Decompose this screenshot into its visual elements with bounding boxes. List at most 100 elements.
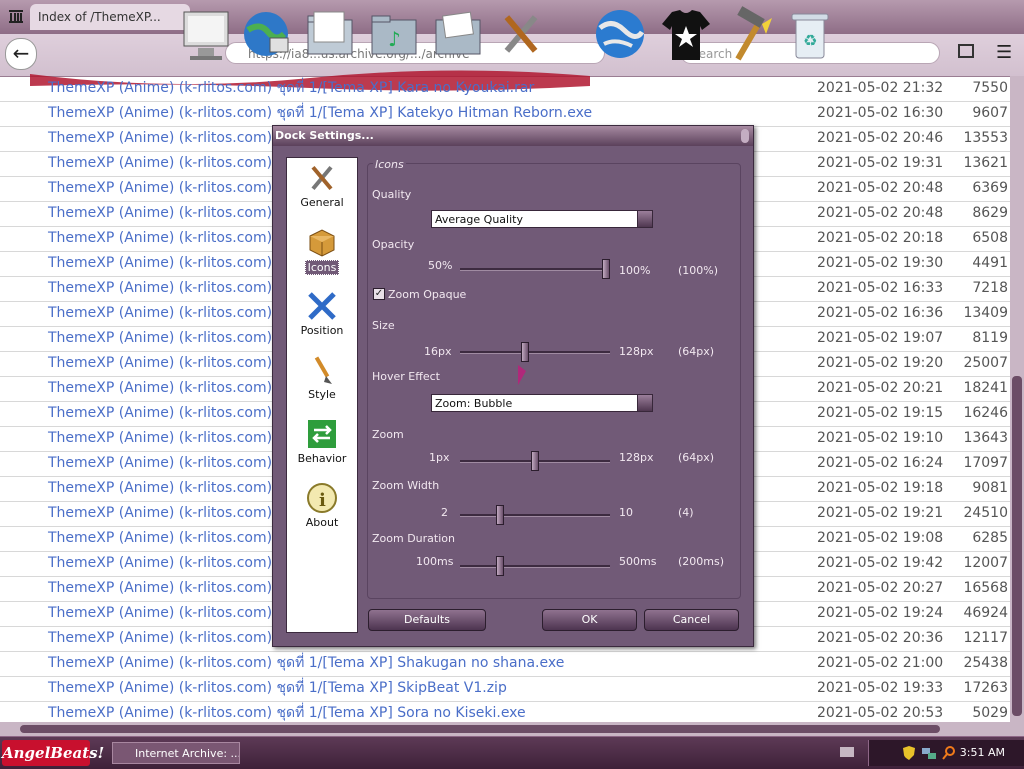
zoom-width-track[interactable] xyxy=(460,514,610,517)
file-size: 17263 xyxy=(963,680,1008,696)
file-link[interactable]: ThemeXP (Anime) (k-rlitos.com) ชุด xyxy=(48,576,295,600)
globe-network-icon[interactable] xyxy=(238,4,294,66)
file-link[interactable]: ThemeXP (Anime) (k-rlitos.com) ชุด xyxy=(48,251,295,275)
cancel-button[interactable]: Cancel xyxy=(644,609,739,631)
file-link[interactable]: ThemeXP (Anime) (k-rlitos.com) ชุด xyxy=(48,501,295,525)
nav-item-about[interactable]: i About xyxy=(287,482,357,542)
size-label: Size xyxy=(372,319,395,332)
file-link[interactable]: ThemeXP (Anime) (k-rlitos.com) ชุดที่ 1/… xyxy=(48,676,507,700)
nav-item-behavior[interactable]: Behavior xyxy=(287,418,357,478)
zoom-opaque-checkbox[interactable]: ✓ xyxy=(373,288,385,300)
nav-label: Behavior xyxy=(297,452,347,465)
file-link[interactable]: ThemeXP (Anime) (k-rlitos.com) ชุด xyxy=(48,201,295,225)
scrollbar-thumb[interactable] xyxy=(20,725,940,733)
file-date: 2021-05-02 19:15 xyxy=(817,405,944,421)
ok-button[interactable]: OK xyxy=(542,609,637,631)
file-link[interactable]: ThemeXP (Anime) (k-rlitos.com) ชุด xyxy=(48,376,295,400)
opacity-value: (100%) xyxy=(678,264,719,277)
nav-item-icons[interactable]: Icons xyxy=(287,226,357,286)
file-link[interactable]: ThemeXP (Anime) (k-rlitos.com) ชุดที่ 1/… xyxy=(48,76,534,100)
dialog-title[interactable]: Dock Settings... xyxy=(273,126,753,146)
file-size: 16568 xyxy=(963,580,1008,596)
tshirt-icon[interactable] xyxy=(658,4,714,66)
file-link[interactable]: ThemeXP (Anime) (k-rlitos.com) ชุดที่ 1/… xyxy=(48,101,592,125)
file-link[interactable]: ThemeXP (Anime) (k-rlitos.com) ชุด xyxy=(48,301,295,325)
file-size: 9607 xyxy=(972,105,1008,121)
close-icon[interactable] xyxy=(741,129,749,143)
file-link[interactable]: ThemeXP (Anime) (k-rlitos.com) ชุด xyxy=(48,176,295,200)
zoom-duration-min: 100ms xyxy=(416,555,454,568)
browser-tab[interactable]: Index of /ThemeXP... xyxy=(30,4,190,30)
file-date: 2021-05-02 19:07 xyxy=(817,330,944,346)
quality-label: Quality xyxy=(372,188,412,201)
nav-item-position[interactable]: Position xyxy=(287,290,357,350)
start-button[interactable]: AngelBeats! xyxy=(2,740,104,766)
nav-label: General xyxy=(300,196,344,209)
sidebar-icon[interactable] xyxy=(958,44,974,58)
quality-select[interactable]: Average Quality xyxy=(431,210,653,228)
file-size: 6508 xyxy=(972,230,1008,246)
size-track[interactable] xyxy=(460,351,610,354)
vertical-scrollbar[interactable] xyxy=(1010,76,1024,722)
folder-pictures-icon[interactable] xyxy=(430,4,486,66)
menu-icon[interactable]: ☰ xyxy=(996,42,1012,63)
zoom-width-slider-thumb[interactable] xyxy=(495,505,504,525)
zoom-width-max: 10 xyxy=(619,506,633,519)
zoom-duration-value: (200ms) xyxy=(678,555,725,568)
file-link[interactable]: ThemeXP (Anime) (k-rlitos.com) ชุด xyxy=(48,151,295,175)
file-link[interactable]: ThemeXP (Anime) (k-rlitos.com) ชุด xyxy=(48,426,295,450)
zoom-width-label: Zoom Width xyxy=(372,479,440,492)
dock-settings-dialog: Dock Settings... General Icons Position … xyxy=(272,125,754,647)
file-link[interactable]: ThemeXP (Anime) (k-rlitos.com) ชุด xyxy=(48,626,295,650)
file-size: 13621 xyxy=(963,155,1008,171)
file-link[interactable]: ThemeXP (Anime) (k-rlitos.com) ชุด xyxy=(48,126,295,150)
file-size: 25007 xyxy=(963,355,1008,371)
nav-item-general[interactable]: General xyxy=(287,162,357,222)
zoom-duration-track[interactable] xyxy=(460,565,610,568)
opacity-track[interactable] xyxy=(460,268,610,271)
hover-effect-select[interactable]: Zoom: Bubble xyxy=(431,394,653,412)
nav-item-style[interactable]: Style xyxy=(287,354,357,414)
zoom-label: Zoom xyxy=(372,428,404,441)
folder-music-icon[interactable]: ♪ xyxy=(366,4,422,66)
svg-text:i: i xyxy=(319,490,326,511)
recycle-bin-icon[interactable]: ♻ xyxy=(782,4,838,66)
chevron-down-icon[interactable] xyxy=(637,394,653,412)
file-link[interactable]: ThemeXP (Anime) (k-rlitos.com) ชุด xyxy=(48,326,295,350)
file-link[interactable]: ThemeXP (Anime) (k-rlitos.com) ชุด xyxy=(48,451,295,475)
file-link[interactable]: ThemeXP (Anime) (k-rlitos.com) ชุด xyxy=(48,601,295,625)
group-title: Icons xyxy=(373,158,406,171)
scrollbar-thumb[interactable] xyxy=(1012,376,1022,716)
file-date: 2021-05-02 16:30 xyxy=(817,105,944,121)
network-icon[interactable] xyxy=(921,745,937,761)
defaults-button[interactable]: Defaults xyxy=(368,609,486,631)
file-link[interactable]: ThemeXP (Anime) (k-rlitos.com) ชุด xyxy=(48,226,295,250)
file-link[interactable]: ThemeXP (Anime) (k-rlitos.com) ชุด xyxy=(48,476,295,500)
tools-icon xyxy=(311,165,333,191)
file-link[interactable]: ThemeXP (Anime) (k-rlitos.com) ชุด xyxy=(48,526,295,550)
file-link[interactable]: ThemeXP (Anime) (k-rlitos.com) ชุดที่ 1/… xyxy=(48,651,564,675)
chevron-down-icon[interactable] xyxy=(637,210,653,228)
file-date: 2021-05-02 20:36 xyxy=(817,630,944,646)
monitor-icon[interactable] xyxy=(178,4,234,66)
archive-icon xyxy=(9,10,23,23)
tools-icon[interactable] xyxy=(494,4,550,66)
horizontal-scrollbar[interactable] xyxy=(0,722,1024,736)
globe-icon[interactable] xyxy=(592,4,648,66)
taskbar-item-browser[interactable]: Internet Archive: ... xyxy=(112,742,240,764)
keyboard-icon[interactable] xyxy=(840,747,854,757)
file-link[interactable]: ThemeXP (Anime) (k-rlitos.com) ชุด xyxy=(48,551,295,575)
zoom-duration-slider-thumb[interactable] xyxy=(495,556,504,576)
folder-icon[interactable] xyxy=(302,4,358,66)
file-link[interactable]: ThemeXP (Anime) (k-rlitos.com) ชุด xyxy=(48,401,295,425)
hammer-icon[interactable] xyxy=(722,4,778,66)
opacity-slider-thumb[interactable] xyxy=(602,259,610,279)
size-slider-thumb[interactable] xyxy=(521,342,530,362)
file-link[interactable]: ThemeXP (Anime) (k-rlitos.com) ชุด xyxy=(48,351,295,375)
file-link[interactable]: ThemeXP (Anime) (k-rlitos.com) ชุด xyxy=(48,276,295,300)
zoom-value: (64px) xyxy=(678,451,715,464)
hover-effect-value: Zoom: Bubble xyxy=(435,397,513,410)
zoom-slider-thumb[interactable] xyxy=(531,451,539,471)
search-icon[interactable] xyxy=(941,745,957,761)
shield-icon[interactable] xyxy=(901,745,917,761)
